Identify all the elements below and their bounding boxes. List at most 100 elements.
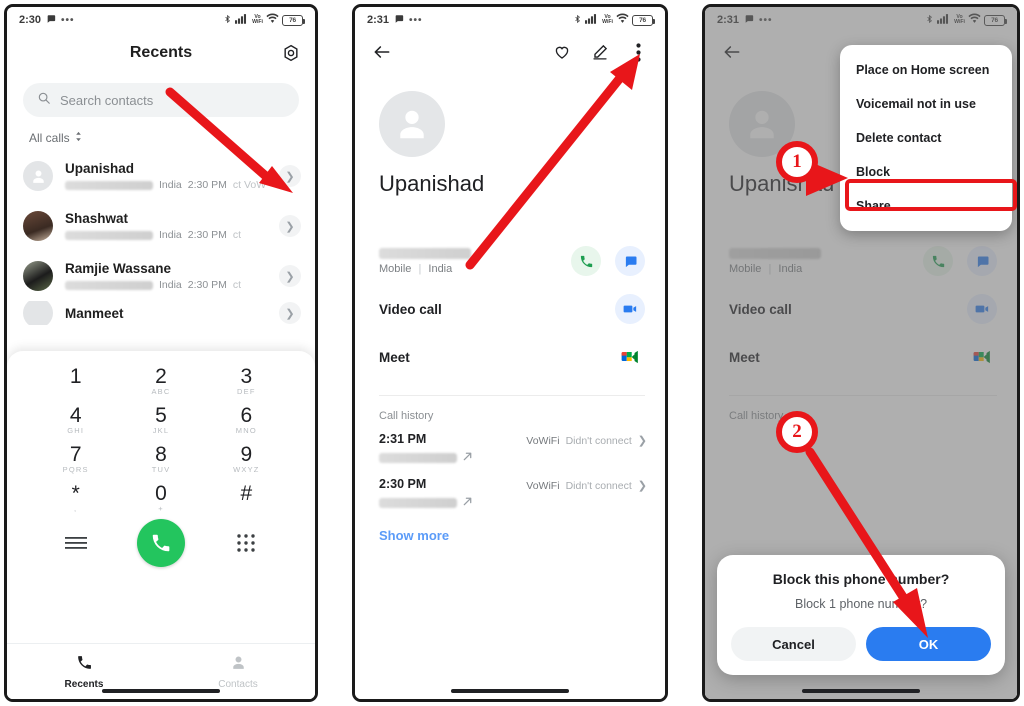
key-number: # [240,482,253,505]
recents-screen: 2:30 ••• Vo WiFi 76 Recents Search conta… [7,7,315,699]
call-history-entry[interactable]: 2:31 PM VoWiFi Didn't connect ❯ [355,422,665,467]
history-time: 2:31 PM [379,432,427,446]
contact-detail-screen-dimmed: 2:31 ••• [705,7,1017,699]
recent-calls-list: Upanishad India 2:30 PM ct VoW ❯ Shashwa… [7,151,315,325]
history-status: Didn't connect [565,434,632,447]
call-button[interactable] [136,519,185,567]
key-letters: + [158,504,164,513]
google-meet-icon[interactable] [615,342,645,372]
battery-icon: 76 [282,14,306,26]
signal-bars-icon [235,13,249,27]
key-number: 5 [155,404,167,427]
phone-panel-block-menu: 2:31 ••• [702,4,1020,702]
gear-icon[interactable] [281,43,301,63]
dialpad-key[interactable]: 3 DEF [204,365,289,396]
status-time: 2:30 [19,14,42,26]
status-bar: 2:31 ••• [355,7,665,33]
row-detail-chevron-icon[interactable]: ❯ [279,165,301,187]
call-filter-dropdown[interactable]: All calls [29,131,315,145]
contact-name: Shashwat [65,211,129,226]
signal-bars-icon [585,13,599,27]
table-row[interactable]: Shashwat India 2:30 PM ct ❯ [7,201,315,251]
dialpad-key[interactable]: 4 GHI [33,404,118,435]
dialpad-key[interactable]: 5 JKL [118,404,203,435]
ok-button[interactable]: OK [866,627,991,661]
meet-row[interactable]: Meet [355,333,665,381]
table-row[interactable]: Manmeet ❯ [7,301,315,325]
chat-bubble-icon [46,14,56,27]
nav-label: Recents [64,678,104,690]
menu-item-voicemail[interactable]: Voicemail not in use [840,87,1012,121]
dialpad-grid-icon[interactable] [204,533,289,553]
call-country: India [159,279,182,291]
dialpad-key[interactable]: # [204,482,289,513]
dialpad-key[interactable]: 8 TUV [118,443,203,474]
tutorial-screenshot: 2:30 ••• Vo WiFi 76 Recents Search conta… [0,0,1024,706]
key-letters: JKL [152,426,170,435]
show-more-link[interactable]: Show more [379,528,665,543]
dialpad-key[interactable]: 9 WXYZ [204,443,289,474]
outgoing-call-arrow-icon [462,494,473,512]
message-icon[interactable] [615,246,645,276]
more-status-dots-icon: ••• [409,14,423,26]
key-letters: MNO [235,426,257,435]
menu-item-place-on-home-screen[interactable]: Place on Home screen [840,53,1012,87]
row-detail-chevron-icon[interactable]: ❯ [279,302,301,324]
contact-name: Ramjie Wassane [65,261,172,276]
redacted-phone-number [379,247,471,259]
dialpad-key[interactable]: 1 [33,365,118,396]
more-vert-icon[interactable] [625,39,651,65]
row-detail-chevron-icon[interactable]: ❯ [279,265,301,287]
avatar [23,211,53,241]
phone-number-row[interactable]: Mobile | India [355,237,665,285]
dialpad-actions [7,519,315,567]
pencil-edit-icon[interactable] [587,39,613,65]
menu-item-delete-contact[interactable]: Delete contact [840,121,1012,155]
chevron-right-icon[interactable]: ❯ [638,434,647,447]
chevron-right-icon[interactable]: ❯ [638,479,647,492]
redacted-phone-number [379,453,457,463]
key-letters: WXYZ [233,465,260,474]
table-row[interactable]: Ramjie Wassane India 2:30 PM ct ❯ [7,251,315,301]
dialpad-key[interactable]: 7 PQRS [33,443,118,474]
call-history-entry[interactable]: 2:30 PM VoWiFi Didn't connect ❯ [355,467,665,512]
history-network: VoWiFi [526,434,560,447]
video-camera-icon[interactable] [615,294,645,324]
person-icon [230,654,247,676]
dialpad-key[interactable]: 6 MNO [204,404,289,435]
key-number: 8 [155,443,167,466]
contact-name: Upanishad [379,171,485,196]
table-row[interactable]: Upanishad India 2:30 PM ct VoW ❯ [7,151,315,201]
phone-call-icon[interactable] [571,246,601,276]
heart-outline-icon[interactable] [549,39,575,65]
volte-vowifi-icon: VoWiFi [602,14,613,25]
bluetooth-icon [223,13,232,28]
wifi-icon [266,13,279,27]
row-detail-chevron-icon[interactable]: ❯ [279,215,301,237]
key-letters: ABC [151,387,171,396]
redacted-phone-number [65,180,153,190]
contact-name: Upanishad [65,161,135,176]
recents-header: Recents [7,33,315,73]
search-placeholder: Search contacts [60,92,154,108]
hamburger-icon[interactable] [33,535,118,551]
search-input[interactable]: Search contacts [23,83,299,117]
video-call-row[interactable]: Video call [355,285,665,333]
step-badge-1: 1 [776,141,818,183]
back-arrow-icon[interactable] [369,39,395,65]
key-number: 2 [155,365,167,388]
separator: | [418,262,422,275]
dialpad-key[interactable]: 0 + [118,482,203,513]
home-indicator [451,689,569,693]
key-number: 1 [69,365,82,388]
avatar [23,301,53,325]
number-type: Mobile [379,262,412,275]
battery-level: 76 [639,16,646,24]
phone-panel-recents: 2:30 ••• Vo WiFi 76 Recents Search conta… [4,4,318,702]
dialpad-key[interactable]: 2 ABC [118,365,203,396]
call-time: 2:30 PM [187,229,227,241]
dialpad-key[interactable]: * , [33,482,118,513]
cancel-button[interactable]: Cancel [731,627,856,661]
contact-detail-screen: 2:31 ••• Vo WiFi 76 Upanishad Mobile | I… [355,7,665,699]
call-filter-label: All calls [29,131,70,145]
